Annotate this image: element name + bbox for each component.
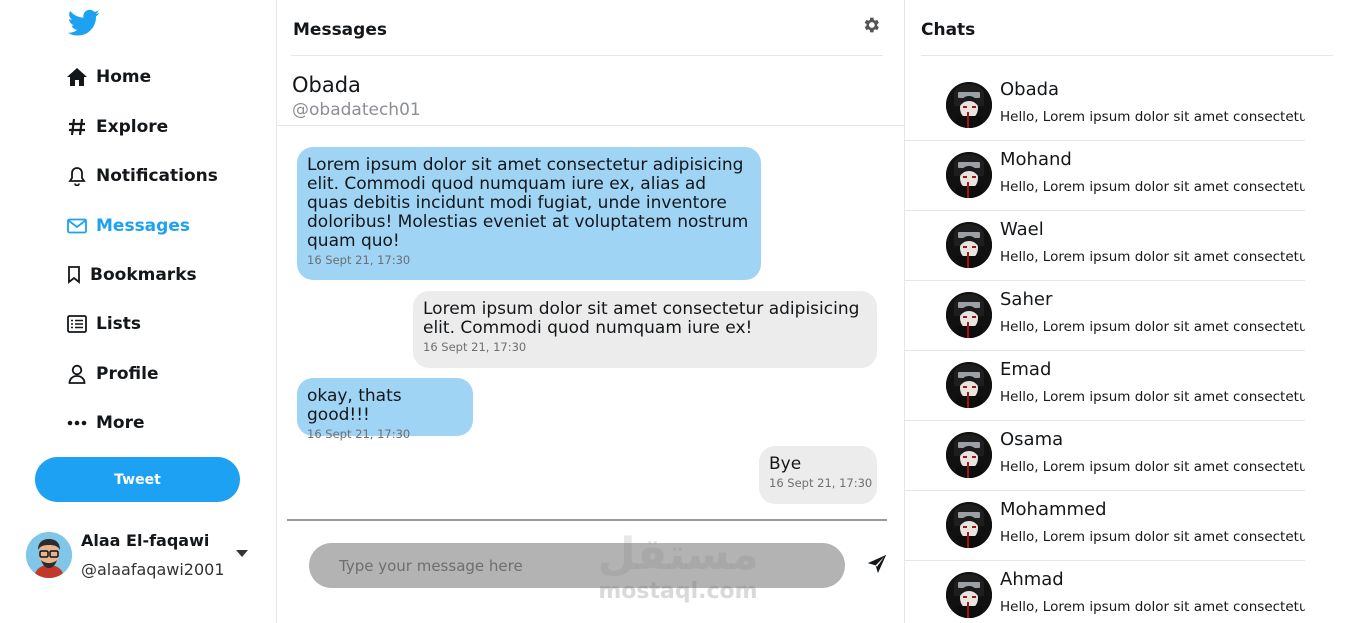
chat-snippet: Hello, Lorem ipsum dolor sit amet consec…: [1000, 249, 1305, 265]
twitter-bird-icon[interactable]: [68, 9, 100, 37]
chat-snippet: Hello, Lorem ipsum dolor sit amet consec…: [1000, 459, 1305, 475]
chat-name: Obada: [1000, 79, 1060, 100]
message-text: Bye: [769, 454, 802, 474]
avatar: [946, 502, 992, 548]
chats-title: Chats: [921, 20, 976, 40]
chat-name: Wael: [1000, 219, 1044, 240]
nav-label: Lists: [96, 314, 142, 334]
chat-name: Osama: [1000, 429, 1064, 450]
list-icon: [66, 313, 88, 335]
chat-snippet: Hello, Lorem ipsum dolor sit amet consec…: [1000, 109, 1305, 125]
nav-item-explore[interactable]: Explore: [66, 112, 168, 142]
nav-label: Profile: [96, 364, 159, 384]
envelope-icon: [66, 215, 88, 237]
bookmark-icon: [66, 264, 82, 286]
left-sidebar: Home Explore Notifications Messages Book…: [0, 0, 277, 623]
account-switcher[interactable]: Alaa El-faqawi @alaafaqawi2001: [26, 530, 256, 584]
message-bubble-incoming: okay, thats good!!! 16 Sept 21, 17:30: [297, 378, 473, 441]
avatar: [946, 432, 992, 478]
message-timestamp: 16 Sept 21, 17:30: [423, 340, 527, 354]
chat-list-item[interactable]: Wael Hello, Lorem ipsum dolor sit amet co…: [905, 211, 1305, 281]
chat-snippet: Hello, Lorem ipsum dolor sit amet consec…: [1000, 599, 1305, 615]
avatar: [946, 362, 992, 408]
home-icon: [66, 66, 88, 88]
chat-list-item[interactable]: Obada Hello, Lorem ipsum dolor sit amet c…: [905, 71, 1305, 141]
chat-name: Mohand: [1000, 149, 1072, 170]
chat-name: Mohammed: [1000, 499, 1107, 520]
nav-item-notifications[interactable]: Notifications: [66, 161, 218, 191]
divider: [921, 55, 1333, 56]
nav-item-bookmarks[interactable]: Bookmarks: [66, 260, 197, 290]
avatar: [946, 82, 992, 128]
user-name: Alaa El-faqawi: [81, 531, 210, 550]
nav-label: Notifications: [96, 166, 218, 186]
page-title: Messages: [293, 20, 387, 40]
bell-icon: [66, 165, 88, 187]
chat-name: Saher: [1000, 289, 1053, 310]
avatar: [946, 222, 992, 268]
message-input[interactable]: [309, 543, 845, 588]
nav-label: Explore: [96, 117, 169, 137]
message-text: okay, thats good!!!: [307, 386, 402, 425]
chat-list-item[interactable]: Ahmad Hello, Lorem ipsum dolor sit amet c…: [905, 561, 1305, 623]
conversation-panel: Messages Obada @obadatech01 Lorem ipsum …: [277, 0, 905, 623]
avatar: [946, 152, 992, 198]
nav-label: Messages: [96, 216, 190, 236]
more-dots-icon: [66, 412, 88, 434]
avatar: [946, 292, 992, 338]
chat-list-item[interactable]: Mohammed Hello, Lorem ipsum dolor sit ame…: [905, 491, 1305, 561]
divider: [277, 125, 904, 126]
chat-list-item[interactable]: Osama Hello, Lorem ipsum dolor sit amet c…: [905, 421, 1305, 491]
gear-icon[interactable]: [861, 15, 881, 35]
chat-name: Emad: [1000, 359, 1052, 380]
message-bubble-incoming: Lorem ipsum dolor sit amet consectetur a…: [297, 147, 761, 280]
message-text: Lorem ipsum dolor sit amet consectetur a…: [307, 155, 749, 251]
chat-list-item[interactable]: Saher Hello, Lorem ipsum dolor sit amet c…: [905, 281, 1305, 351]
divider: [291, 55, 883, 56]
user-icon: [66, 363, 88, 385]
hashtag-icon: [66, 116, 88, 138]
nav-item-lists[interactable]: Lists: [66, 309, 141, 339]
nav-item-home[interactable]: Home: [66, 62, 151, 92]
chat-name: Ahmad: [1000, 569, 1064, 590]
chat-snippet: Hello, Lorem ipsum dolor sit amet consec…: [1000, 179, 1305, 195]
nav-item-messages[interactable]: Messages: [66, 211, 190, 241]
chat-snippet: Hello, Lorem ipsum dolor sit amet consec…: [1000, 319, 1305, 335]
tweet-button[interactable]: Tweet: [35, 457, 240, 502]
chat-list-item[interactable]: Mohand Hello, Lorem ipsum dolor sit amet …: [905, 141, 1305, 211]
nav-label: Home: [96, 67, 152, 87]
contact-name: Obada: [292, 73, 361, 97]
chat-list-item[interactable]: Emad Hello, Lorem ipsum dolor sit amet co…: [905, 351, 1305, 421]
chat-snippet: Hello, Lorem ipsum dolor sit amet consec…: [1000, 529, 1305, 545]
nav-item-more[interactable]: More: [66, 408, 145, 438]
message-text: Lorem ipsum dolor sit amet consectetur a…: [423, 299, 860, 338]
user-handle: @alaafaqawi2001: [81, 560, 225, 579]
message-timestamp: 16 Sept 21, 17:30: [769, 476, 873, 490]
message-bubble-outgoing: Lorem ipsum dolor sit amet consectetur a…: [413, 291, 877, 368]
nav-label: More: [96, 413, 145, 433]
divider: [287, 519, 887, 521]
nav-item-profile[interactable]: Profile: [66, 359, 158, 389]
nav-label: Bookmarks: [90, 265, 197, 285]
avatar: [26, 532, 72, 578]
chats-panel: Chats Obada Hello, Lorem ipsum dolor sit …: [905, 0, 1349, 623]
message-timestamp: 16 Sept 21, 17:30: [307, 427, 411, 441]
chat-snippet: Hello, Lorem ipsum dolor sit amet consec…: [1000, 389, 1305, 405]
caret-down-icon[interactable]: [236, 550, 248, 557]
message-bubble-outgoing: Bye 16 Sept 21, 17:30: [759, 446, 877, 504]
contact-handle: @obadatech01: [292, 100, 421, 120]
avatar: [946, 572, 992, 618]
send-icon[interactable]: [866, 553, 888, 575]
message-timestamp: 16 Sept 21, 17:30: [307, 253, 411, 267]
